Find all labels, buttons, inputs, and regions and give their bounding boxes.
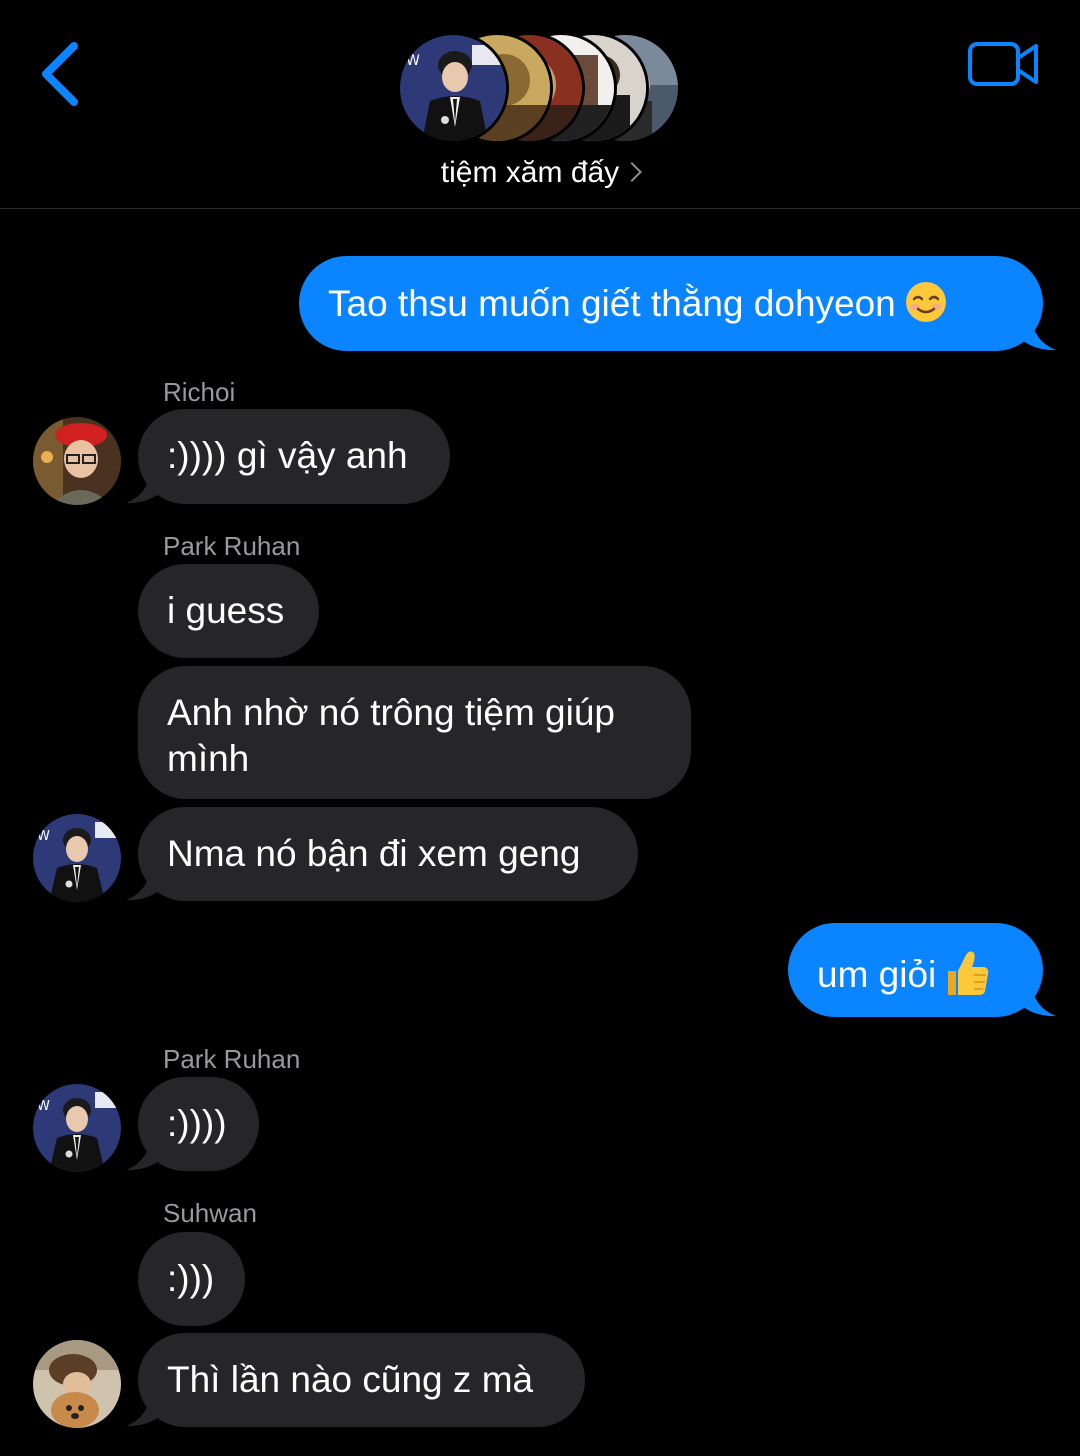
bubble-tail: [126, 861, 164, 901]
back-button[interactable]: [30, 36, 94, 112]
sender-avatar[interactable]: [33, 417, 121, 505]
message-text-line: Anh nhờ nó trông tiệm giúp: [167, 692, 615, 733]
message-text: :)))) gì vậy anh: [167, 435, 408, 476]
message-text: Tao thsu muốn giết thằng dohyeon: [328, 283, 896, 324]
sender-name: Park Ruhan: [163, 531, 301, 561]
message-text: i guess: [167, 590, 285, 631]
bubble-tail: [126, 1131, 164, 1171]
bubble-tail: [126, 464, 164, 504]
message-text: um giỏi: [817, 954, 937, 995]
sender-name: Richoi: [163, 377, 236, 407]
member-avatar: W: [397, 32, 509, 144]
chevron-left-icon: [42, 42, 78, 106]
group-name: tiệm xăm đấy: [440, 156, 620, 189]
chat-header: W tiệm xăm đấy: [0, 0, 1080, 209]
sender-avatar[interactable]: W: [33, 1084, 121, 1172]
incoming-message-bubble[interactable]: :)))) gì vậy anh: [138, 409, 450, 504]
incoming-message-bubble[interactable]: Thì lần nào cũng z mà: [138, 1333, 585, 1427]
outgoing-message-bubble[interactable]: um giỏi: [788, 923, 1043, 1017]
message-text: Thì lần nào cũng z mà: [167, 1359, 534, 1400]
message-text: Nma nó bận đi xem geng: [167, 833, 581, 874]
message-text: :)))): [167, 1103, 227, 1144]
video-call-button[interactable]: [966, 38, 1042, 92]
group-avatar-stack[interactable]: W: [397, 32, 687, 144]
bubble-tail: [1018, 977, 1056, 1017]
svg-text:W: W: [37, 1099, 50, 1114]
smiling-face-emoji: [905, 282, 946, 322]
svg-text:W: W: [406, 53, 420, 69]
bubble-tail: [1018, 311, 1056, 351]
incoming-message-bubble[interactable]: Nma nó bận đi xem geng: [138, 807, 638, 901]
outgoing-message-bubble[interactable]: Tao thsu muốn giết thằng dohyeon: [299, 256, 1043, 351]
thumbs-up-emoji: [948, 951, 989, 995]
group-name-button[interactable]: tiệm xăm đấy: [0, 156, 1080, 190]
message-text: :))): [167, 1258, 215, 1299]
video-camera-icon: [968, 42, 1038, 86]
sender-avatar[interactable]: W: [33, 814, 121, 902]
sender-name: Park Ruhan: [163, 1044, 301, 1074]
incoming-message-bubble[interactable]: i guess: [138, 564, 319, 658]
sender-avatar[interactable]: [33, 1340, 121, 1428]
svg-text:W: W: [37, 829, 50, 844]
bubble-tail: [126, 1387, 164, 1427]
sender-name: Suhwan: [163, 1198, 257, 1228]
incoming-message-bubble[interactable]: :))): [138, 1232, 245, 1326]
chevron-right-icon: [622, 162, 643, 182]
incoming-message-bubble[interactable]: Anh nhờ nó trông tiệm giúp mình: [138, 666, 691, 799]
message-text-line: mình: [167, 738, 250, 779]
